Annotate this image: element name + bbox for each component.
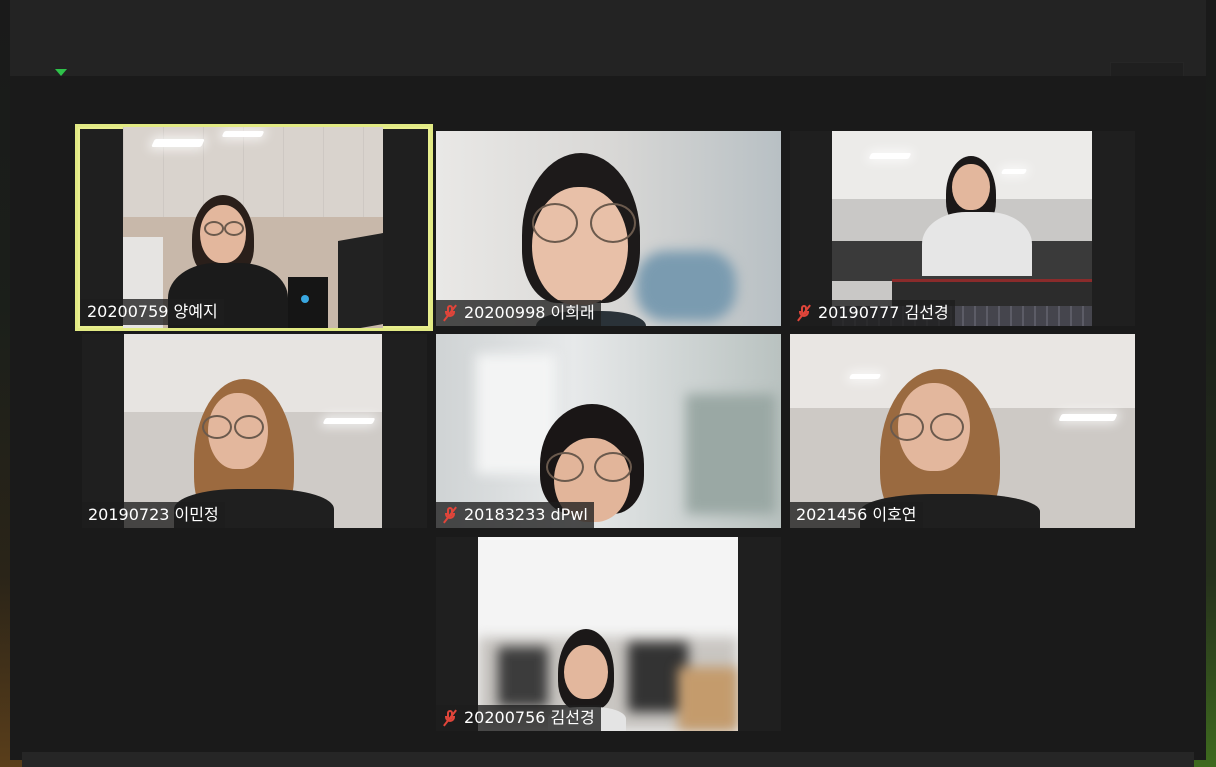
participant-name: 20190723 이민정 bbox=[88, 505, 219, 524]
mic-muted-icon bbox=[442, 506, 458, 524]
video-tile[interactable]: 20183233 dPwl bbox=[436, 334, 781, 528]
video-tile[interactable]: 20190777 김선경 bbox=[790, 131, 1135, 326]
participant-name: 20200759 양예지 bbox=[87, 302, 218, 321]
mic-muted-icon bbox=[442, 709, 458, 727]
participant-name: 20183233 dPwl bbox=[464, 505, 588, 524]
participant-name-label: 20200756 김선경 bbox=[436, 705, 601, 731]
shield-icon bbox=[55, 69, 67, 76]
participant-name: 20200756 김선경 bbox=[464, 708, 595, 727]
bottom-bar bbox=[22, 752, 1194, 767]
participant-video bbox=[123, 127, 383, 328]
mic-muted-icon bbox=[796, 304, 812, 322]
participant-video bbox=[478, 537, 738, 731]
participant-image bbox=[922, 156, 1032, 276]
video-tile[interactable]: 2021456 이호연 bbox=[790, 334, 1135, 528]
participant-name-label: 20200759 양예지 bbox=[81, 299, 224, 325]
video-tile[interactable]: 20190723 이민정 bbox=[82, 334, 427, 528]
participant-video bbox=[124, 334, 382, 528]
participant-video bbox=[436, 131, 781, 326]
participant-name-label: 2021456 이호연 bbox=[790, 502, 923, 528]
top-toolbar bbox=[10, 0, 1206, 76]
participant-name-label: 20190777 김선경 bbox=[790, 300, 955, 326]
participant-name-label: 20190723 이민정 bbox=[82, 502, 225, 528]
participant-name: 20190777 김선경 bbox=[818, 303, 949, 322]
video-tile[interactable]: 20200759 양예지 bbox=[75, 124, 433, 331]
participant-video bbox=[832, 131, 1092, 326]
participant-name: 2021456 이호연 bbox=[796, 505, 917, 524]
video-tile[interactable]: 20200998 이희래 bbox=[436, 131, 781, 326]
mic-muted-icon bbox=[442, 304, 458, 322]
participant-video bbox=[790, 334, 1135, 528]
participant-name: 20200998 이희래 bbox=[464, 303, 595, 322]
video-tile[interactable]: 20200756 김선경 bbox=[436, 537, 781, 731]
participant-name-label: 20200998 이희래 bbox=[436, 300, 601, 326]
participant-video bbox=[436, 334, 781, 528]
participant-name-label: 20183233 dPwl bbox=[436, 502, 594, 528]
